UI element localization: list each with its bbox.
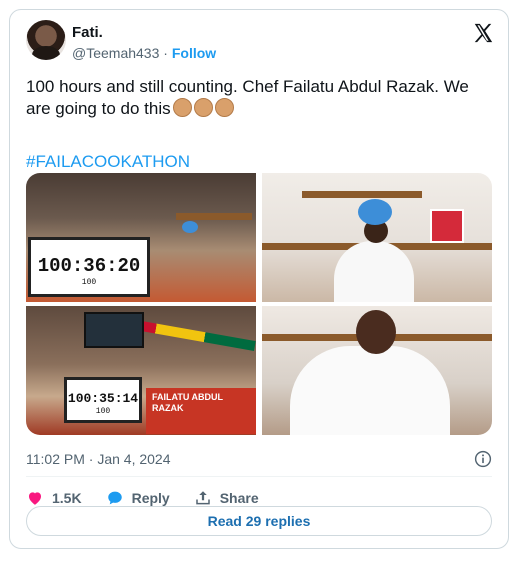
- info-icon[interactable]: [474, 450, 492, 468]
- photo-timer-kitchen[interactable]: 100:36:20 100: [26, 173, 256, 302]
- tweet-card: Fati. @Teemah433 · Follow 100 hours and …: [9, 9, 509, 549]
- banner: FAILATU ABDUL RAZAK: [146, 388, 256, 434]
- user-name[interactable]: Fati.: [72, 24, 103, 41]
- shelf: [176, 213, 252, 220]
- timer-value: 100:36:20: [37, 255, 141, 277]
- chef-hat: [358, 199, 392, 225]
- timer-sub: 100: [81, 278, 97, 287]
- read-replies-button[interactable]: Read 29 replies: [26, 506, 492, 536]
- share-icon: [195, 491, 210, 505]
- timestamp[interactable]: 11:02 PM · Jan 4, 2024: [26, 451, 171, 467]
- hashtag-link[interactable]: #FAILACOOKATHON: [26, 152, 190, 172]
- media-grid: 100:36:20 100 100:35:14 100 FAILATU ABDU…: [26, 173, 492, 435]
- share-label: Share: [219, 490, 259, 506]
- clapping-hands-icon: [193, 98, 213, 117]
- tweet-text: 100 hours and still counting. Chef Faila…: [26, 76, 496, 120]
- photo-chef-cooking[interactable]: [262, 306, 492, 435]
- tweet-body: 100 hours and still counting. Chef Faila…: [26, 77, 469, 118]
- chef-coat: [334, 241, 414, 302]
- follow-button[interactable]: Follow: [172, 45, 216, 61]
- chef-hat: [182, 221, 198, 233]
- timer-sub: 100: [95, 407, 111, 416]
- like-count: 1.5K: [52, 490, 82, 506]
- photo-timer-stage[interactable]: 100:35:14 100 FAILATU ABDUL RAZAK: [26, 306, 256, 435]
- chef-head: [356, 310, 396, 354]
- photo-chef-portrait[interactable]: [262, 173, 492, 302]
- heart-icon: [29, 492, 41, 505]
- avatar[interactable]: [26, 20, 66, 60]
- like-button[interactable]: 1.5K: [26, 489, 82, 507]
- x-logo-icon[interactable]: [472, 22, 494, 44]
- gift-box: [430, 209, 464, 243]
- reply-button[interactable]: Reply: [106, 489, 170, 507]
- separator: ·: [163, 45, 168, 61]
- shelf: [302, 191, 422, 198]
- timer-screen: 100:36:20 100: [28, 237, 150, 297]
- divider: [26, 476, 492, 477]
- user-handle[interactable]: @Teemah433: [72, 45, 159, 61]
- chef-coat: [290, 346, 450, 435]
- handle-row: @Teemah433 · Follow: [72, 45, 216, 61]
- timer-value: 100:35:14: [67, 391, 139, 406]
- tv-screen: [84, 312, 144, 348]
- reply-label: Reply: [131, 490, 170, 506]
- clapping-hands-icon: [172, 98, 192, 117]
- share-button[interactable]: Share: [194, 489, 259, 507]
- speech-bubble-icon: [107, 491, 122, 505]
- timer-screen: 100:35:14 100: [64, 377, 142, 423]
- clapping-hands-icon: [214, 98, 234, 117]
